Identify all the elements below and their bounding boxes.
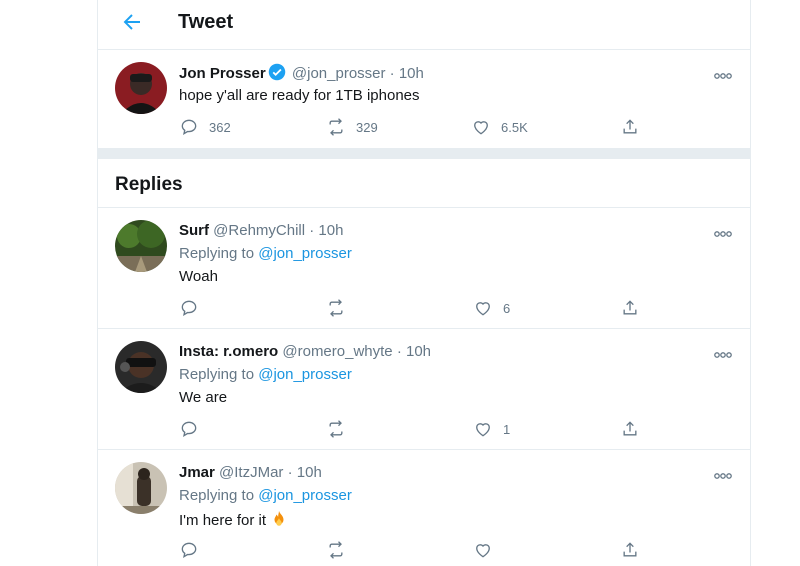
more-options-icon[interactable] (713, 468, 733, 479)
tweet-time[interactable]: · 10h (390, 65, 424, 82)
reply-tweet[interactable]: Insta: r.omero @romero_whyte · 10h Reply… (98, 329, 750, 449)
retweet-icon (329, 118, 343, 136)
reply-button[interactable]: 362 (179, 117, 231, 137)
like-count: 1 (503, 421, 511, 437)
tweet-time[interactable]: · 10h (397, 343, 431, 360)
author-handle[interactable]: @romero_whyte (282, 343, 392, 360)
retweet-button[interactable]: 329 (326, 117, 378, 137)
retweet-button[interactable] (326, 419, 346, 439)
retweet-button[interactable] (326, 298, 346, 318)
author-handle[interactable]: @jon_prosser (292, 65, 386, 82)
retweet-icon (329, 299, 343, 317)
replying-to-label: Replying to (179, 245, 255, 262)
share-icon (623, 542, 637, 557)
share-icon (623, 300, 637, 315)
section-divider (98, 148, 750, 159)
replying-to-label: Replying to (179, 366, 255, 383)
tweet-text: Woah (179, 268, 218, 285)
reply-count: 362 (209, 119, 231, 135)
reply-icon (181, 300, 197, 317)
heart-icon (476, 423, 490, 437)
reply-tweet[interactable]: Jmar @ItzJMar · 10h Replying to @jon_pro… (98, 450, 750, 566)
replying-to-label: Replying to (179, 487, 255, 504)
author-name[interactable]: Surf (179, 222, 209, 239)
author-handle[interactable]: @ItzJMar (219, 464, 283, 481)
replying-to-line: Replying to @jon_prosser (179, 487, 352, 504)
like-button[interactable]: 6.5K (471, 117, 528, 137)
replying-to-handle-link[interactable]: @jon_prosser (258, 245, 352, 262)
tweet-author-line: Jmar @ItzJMar · 10h (179, 464, 322, 481)
verified-badge-icon (268, 63, 286, 81)
like-count: 6 (503, 300, 511, 316)
page-title: Tweet (178, 11, 234, 33)
tweet-text: We are (179, 389, 228, 406)
replying-to-line: Replying to @jon_prosser (179, 245, 352, 262)
author-name[interactable]: Insta: r.omero (179, 343, 278, 360)
tweet-time[interactable]: · 10h (309, 222, 343, 239)
share-button[interactable] (620, 117, 640, 137)
tweet-column: Tweet Jon Prosser @jon_prosser · 10h hop… (97, 0, 751, 566)
back-arrow-icon[interactable] (120, 10, 144, 34)
retweet-count: 329 (356, 119, 378, 135)
avatar[interactable] (115, 462, 167, 514)
like-button[interactable] (473, 540, 493, 560)
tweet-text: I'm here for it (179, 512, 267, 529)
replying-to-line: Replying to @jon_prosser (179, 366, 352, 383)
replying-to-handle-link[interactable]: @jon_prosser (258, 366, 352, 383)
tweet-text-line: I'm here for it (179, 510, 288, 532)
avatar[interactable] (115, 220, 167, 272)
replying-to-handle-link[interactable]: @jon_prosser (258, 487, 352, 504)
reply-tweet[interactable]: Surf @RehmyChill · 10h Replying to @jon_… (98, 208, 750, 328)
retweet-icon (329, 420, 343, 438)
replies-heading: Replies (115, 174, 183, 195)
heart-icon (476, 302, 490, 316)
fire-emoji-icon (270, 510, 288, 532)
more-options-icon[interactable] (713, 226, 733, 237)
share-button[interactable] (620, 298, 640, 318)
retweet-icon (329, 541, 343, 559)
author-name[interactable]: Jmar (179, 464, 215, 481)
reply-icon (181, 119, 197, 136)
main-tweet[interactable]: Jon Prosser @jon_prosser · 10h hope y'al… (98, 50, 750, 148)
heart-icon (474, 121, 488, 135)
reply-button[interactable] (179, 298, 199, 318)
reply-icon (181, 542, 197, 559)
tweet-author-line: Surf @RehmyChill · 10h (179, 222, 343, 239)
reply-button[interactable] (179, 540, 199, 560)
retweet-button[interactable] (326, 540, 346, 560)
author-handle[interactable]: @RehmyChill (213, 222, 305, 239)
reply-button[interactable] (179, 419, 199, 439)
more-options-icon[interactable] (713, 68, 733, 79)
reply-icon (181, 421, 197, 438)
like-count: 6.5K (501, 119, 528, 135)
share-button[interactable] (620, 540, 640, 560)
tweet-author-line: Jon Prosser @jon_prosser · 10h (179, 63, 424, 82)
tweet-time[interactable]: · 10h (288, 464, 322, 481)
share-icon (623, 421, 637, 436)
heart-icon (476, 544, 490, 558)
like-button[interactable]: 6 (473, 298, 510, 318)
author-name[interactable]: Jon Prosser (179, 65, 266, 82)
more-options-icon[interactable] (713, 347, 733, 358)
avatar[interactable] (115, 341, 167, 393)
tweet-author-line: Insta: r.omero @romero_whyte · 10h (179, 343, 431, 360)
share-icon (623, 119, 637, 134)
like-button[interactable]: 1 (473, 419, 510, 439)
share-button[interactable] (620, 419, 640, 439)
tweet-text: hope y'all are ready for 1TB iphones (179, 87, 420, 104)
page-header: Tweet (98, 0, 750, 50)
avatar[interactable] (115, 62, 167, 114)
